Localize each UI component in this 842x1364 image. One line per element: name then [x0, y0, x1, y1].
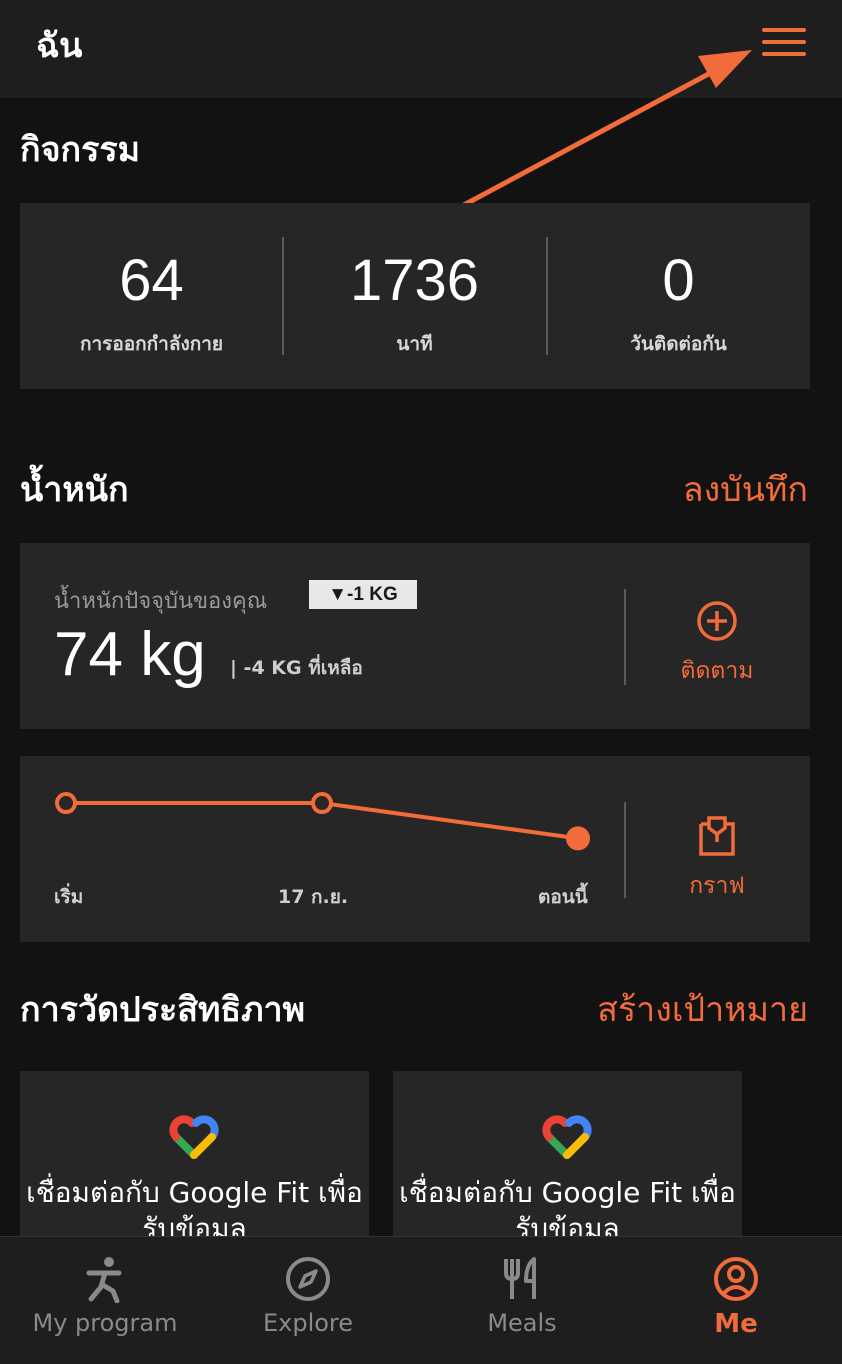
- chart-point: [55, 792, 77, 815]
- nav-label: Meals: [487, 1309, 557, 1337]
- track-label: ติดตาม: [680, 658, 754, 684]
- stat-minutes: 1736 นาที: [283, 203, 546, 389]
- weight-remaining: | -4 KG ที่เหลือ: [230, 657, 363, 679]
- weight-chart-card: เริ่ม 17 ก.ย. ตอนนี้ กราฟ: [20, 756, 810, 942]
- clipboard-icon: [699, 816, 735, 856]
- nav-me[interactable]: Me: [631, 1237, 841, 1353]
- graph-label: กราฟ: [689, 873, 745, 899]
- divider: [624, 589, 626, 685]
- activity-title: กิจกรรม: [20, 130, 141, 170]
- chart-x-label: ตอนนี้: [538, 886, 588, 908]
- page-title: ฉัน: [36, 26, 83, 66]
- stat-value: 64: [119, 248, 184, 313]
- current-weight-label: น้ำหนักปัจจุบันของคุณ: [54, 589, 268, 614]
- current-weight-value: 74 kg: [54, 620, 206, 689]
- google-fit-heart-icon: [542, 1115, 592, 1159]
- plus-circle-icon: [697, 601, 737, 641]
- nav-explore[interactable]: Explore: [203, 1237, 413, 1353]
- stat-label: วันติดต่อกัน: [630, 333, 727, 355]
- activity-card: 64 การออกกำลังกาย 1736 นาที 0 วันติดต่อก…: [20, 203, 810, 389]
- chart-x-label: 17 ก.ย.: [278, 886, 349, 908]
- weight-title: น้ำหนัก: [20, 470, 129, 510]
- stat-value: 0: [662, 248, 695, 313]
- log-weight-link[interactable]: ลงบันทึก: [683, 462, 808, 516]
- stat-label: การออกกำลังกาย: [79, 333, 224, 355]
- running-person-icon: [86, 1257, 122, 1303]
- google-fit-heart-icon: [169, 1115, 219, 1159]
- chart-line-segment: [321, 801, 579, 841]
- graph-button[interactable]: กราฟ: [642, 814, 792, 904]
- nav-label: My program: [32, 1309, 178, 1337]
- weight-line-chart: [55, 792, 590, 851]
- stat-streak: 0 วันติดต่อกัน: [547, 203, 810, 389]
- weight-card: น้ำหนักปัจจุบันของคุณ ▼-1 KG 74 kg | -4 …: [20, 543, 810, 729]
- bottom-navigation: My program Explore Meals Me: [0, 1236, 842, 1364]
- create-goal-link[interactable]: สร้างเป้าหมาย: [597, 982, 808, 1036]
- stat-workouts: 64 การออกกำลังกาย: [20, 203, 283, 389]
- track-weight-button[interactable]: ติดตาม: [642, 599, 792, 689]
- hamburger-menu-icon[interactable]: [756, 20, 812, 64]
- weight-change-badge: ▼-1 KG: [309, 580, 417, 609]
- chart-x-label: เริ่ม: [54, 886, 84, 908]
- nav-label: Me: [714, 1309, 758, 1339]
- chart-point: [311, 792, 333, 815]
- performance-title: การวัดประสิทธิภาพ: [20, 990, 306, 1030]
- nav-my-program[interactable]: My program: [0, 1237, 210, 1353]
- chart-point: [566, 826, 590, 851]
- divider: [624, 802, 626, 898]
- nav-meals[interactable]: Meals: [417, 1237, 627, 1353]
- profile-icon: [714, 1257, 758, 1301]
- fork-knife-icon: [504, 1257, 536, 1299]
- compass-icon: [286, 1257, 330, 1301]
- stat-label: นาที: [396, 333, 433, 355]
- stat-value: 1736: [349, 248, 480, 313]
- nav-label: Explore: [262, 1309, 354, 1337]
- app-header: ฉัน: [0, 0, 842, 98]
